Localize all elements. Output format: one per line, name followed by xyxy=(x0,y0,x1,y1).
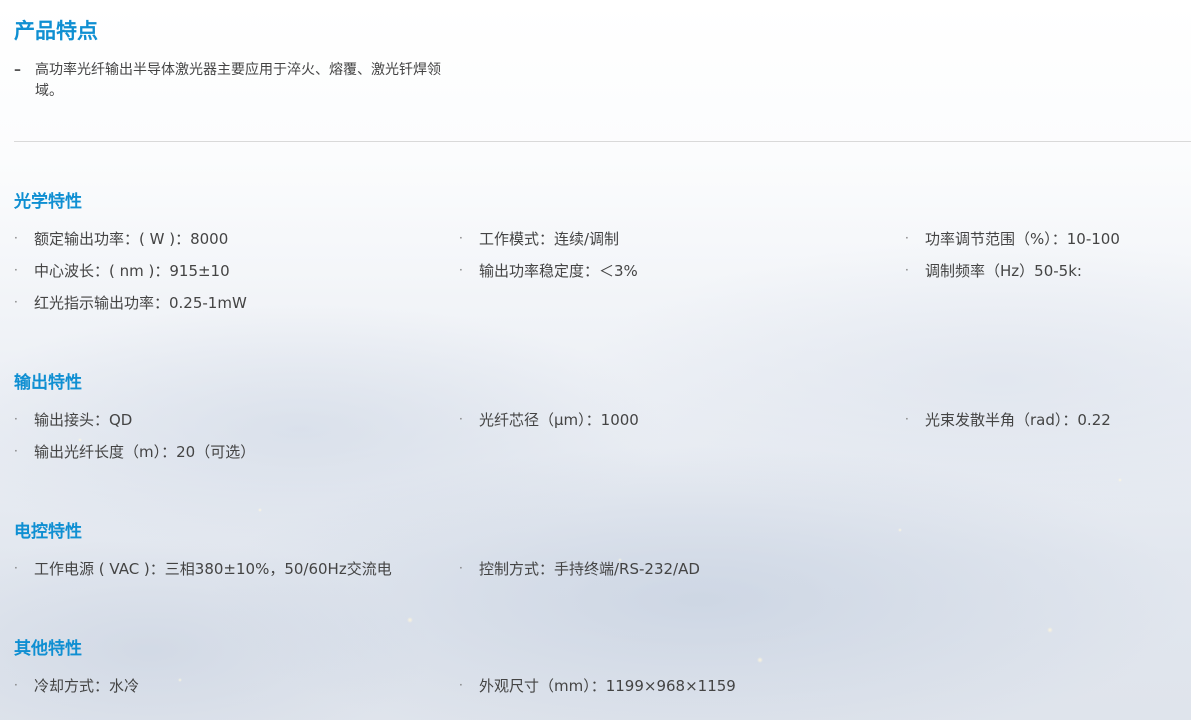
spec-item: · 中心波长：( nm )：915±10 xyxy=(14,260,230,281)
spec-item: · 工作模式：连续/调制 xyxy=(459,228,619,249)
bullet-dot: · xyxy=(14,263,18,277)
spec-text: 额定输出功率：( W )：8000 xyxy=(34,230,229,248)
bullet-dot: · xyxy=(459,678,463,692)
bullet-dot: · xyxy=(905,231,909,245)
electrical-control-section-title: 电控特性 xyxy=(14,522,82,542)
spec-text: 工作模式：连续/调制 xyxy=(479,230,620,248)
spec-text: 中心波长：( nm )：915±10 xyxy=(34,262,230,280)
spec-text: 冷却方式：水冷 xyxy=(34,677,140,695)
spec-text: 调制频率（Hz）50-5k: xyxy=(925,262,1082,280)
bullet-dot: · xyxy=(14,561,18,575)
spec-item: · 功率调节范围（%）：10-100 xyxy=(905,228,1120,249)
spec-item: · 输出接头：QD xyxy=(14,409,132,430)
spec-text: 输出光纤长度（m）：20（可选） xyxy=(34,443,256,461)
spec-item: · 光纤芯径（μm）：1000 xyxy=(459,409,639,430)
bullet-dot: · xyxy=(14,295,18,309)
spec-text: 光纤芯径（μm）：1000 xyxy=(479,411,639,429)
spec-item: · 外观尺寸（mm）：1199×968×1159 xyxy=(459,675,736,696)
other-section-title: 其他特性 xyxy=(14,639,82,659)
product-description: – 高功率光纤输出半导体激光器主要应用于淬火、熔覆、激光钎焊领域。 xyxy=(14,60,464,102)
product-features-title: 产品特点 xyxy=(14,19,98,43)
bullet-dot: · xyxy=(905,263,909,277)
optical-section-title: 光学特性 xyxy=(14,192,82,212)
divider-line xyxy=(14,141,1191,142)
spec-text: 光束发散半角（rad）：0.22 xyxy=(925,411,1111,429)
spec-item: · 调制频率（Hz）50-5k: xyxy=(905,260,1082,281)
spec-text: 功率调节范围（%）：10-100 xyxy=(925,230,1120,248)
spec-item: · 输出光纤长度（m）：20（可选） xyxy=(14,441,255,462)
spec-text: 红光指示输出功率：0.25-1mW xyxy=(34,294,247,312)
spec-text: 输出接头：QD xyxy=(34,411,133,429)
output-section-title: 输出特性 xyxy=(14,373,82,393)
spec-item: · 冷却方式：水冷 xyxy=(14,675,139,696)
spec-item: · 额定输出功率：( W )：8000 xyxy=(14,228,228,249)
bullet-dot: · xyxy=(14,678,18,692)
spec-item: · 光束发散半角（rad）：0.22 xyxy=(905,409,1111,430)
spec-text: 外观尺寸（mm）：1199×968×1159 xyxy=(479,677,736,695)
dash-bullet: – xyxy=(14,62,21,78)
spec-text: 工作电源 ( VAC )：三相380±10%，50/60Hz交流电 xyxy=(34,560,392,578)
spec-text: 输出功率稳定度：＜3% xyxy=(479,262,638,280)
bullet-dot: · xyxy=(14,412,18,426)
bullet-dot: · xyxy=(459,263,463,277)
spec-text: 控制方式：手持终端/RS-232/AD xyxy=(479,560,700,578)
bullet-dot: · xyxy=(459,561,463,575)
product-spec-page: 产品特点 – 高功率光纤输出半导体激光器主要应用于淬火、熔覆、激光钎焊领域。 光… xyxy=(0,0,1191,720)
product-description-text: 高功率光纤输出半导体激光器主要应用于淬火、熔覆、激光钎焊领域。 xyxy=(35,62,441,99)
bullet-dot: · xyxy=(459,412,463,426)
spec-item: · 红光指示输出功率：0.25-1mW xyxy=(14,292,247,313)
spec-item: · 输出功率稳定度：＜3% xyxy=(459,260,638,281)
bullet-dot: · xyxy=(14,444,18,458)
spec-item: · 工作电源 ( VAC )：三相380±10%，50/60Hz交流电 xyxy=(14,558,392,579)
bullet-dot: · xyxy=(905,412,909,426)
spec-item: · 控制方式：手持终端/RS-232/AD xyxy=(459,558,700,579)
bullet-dot: · xyxy=(459,231,463,245)
bullet-dot: · xyxy=(14,231,18,245)
